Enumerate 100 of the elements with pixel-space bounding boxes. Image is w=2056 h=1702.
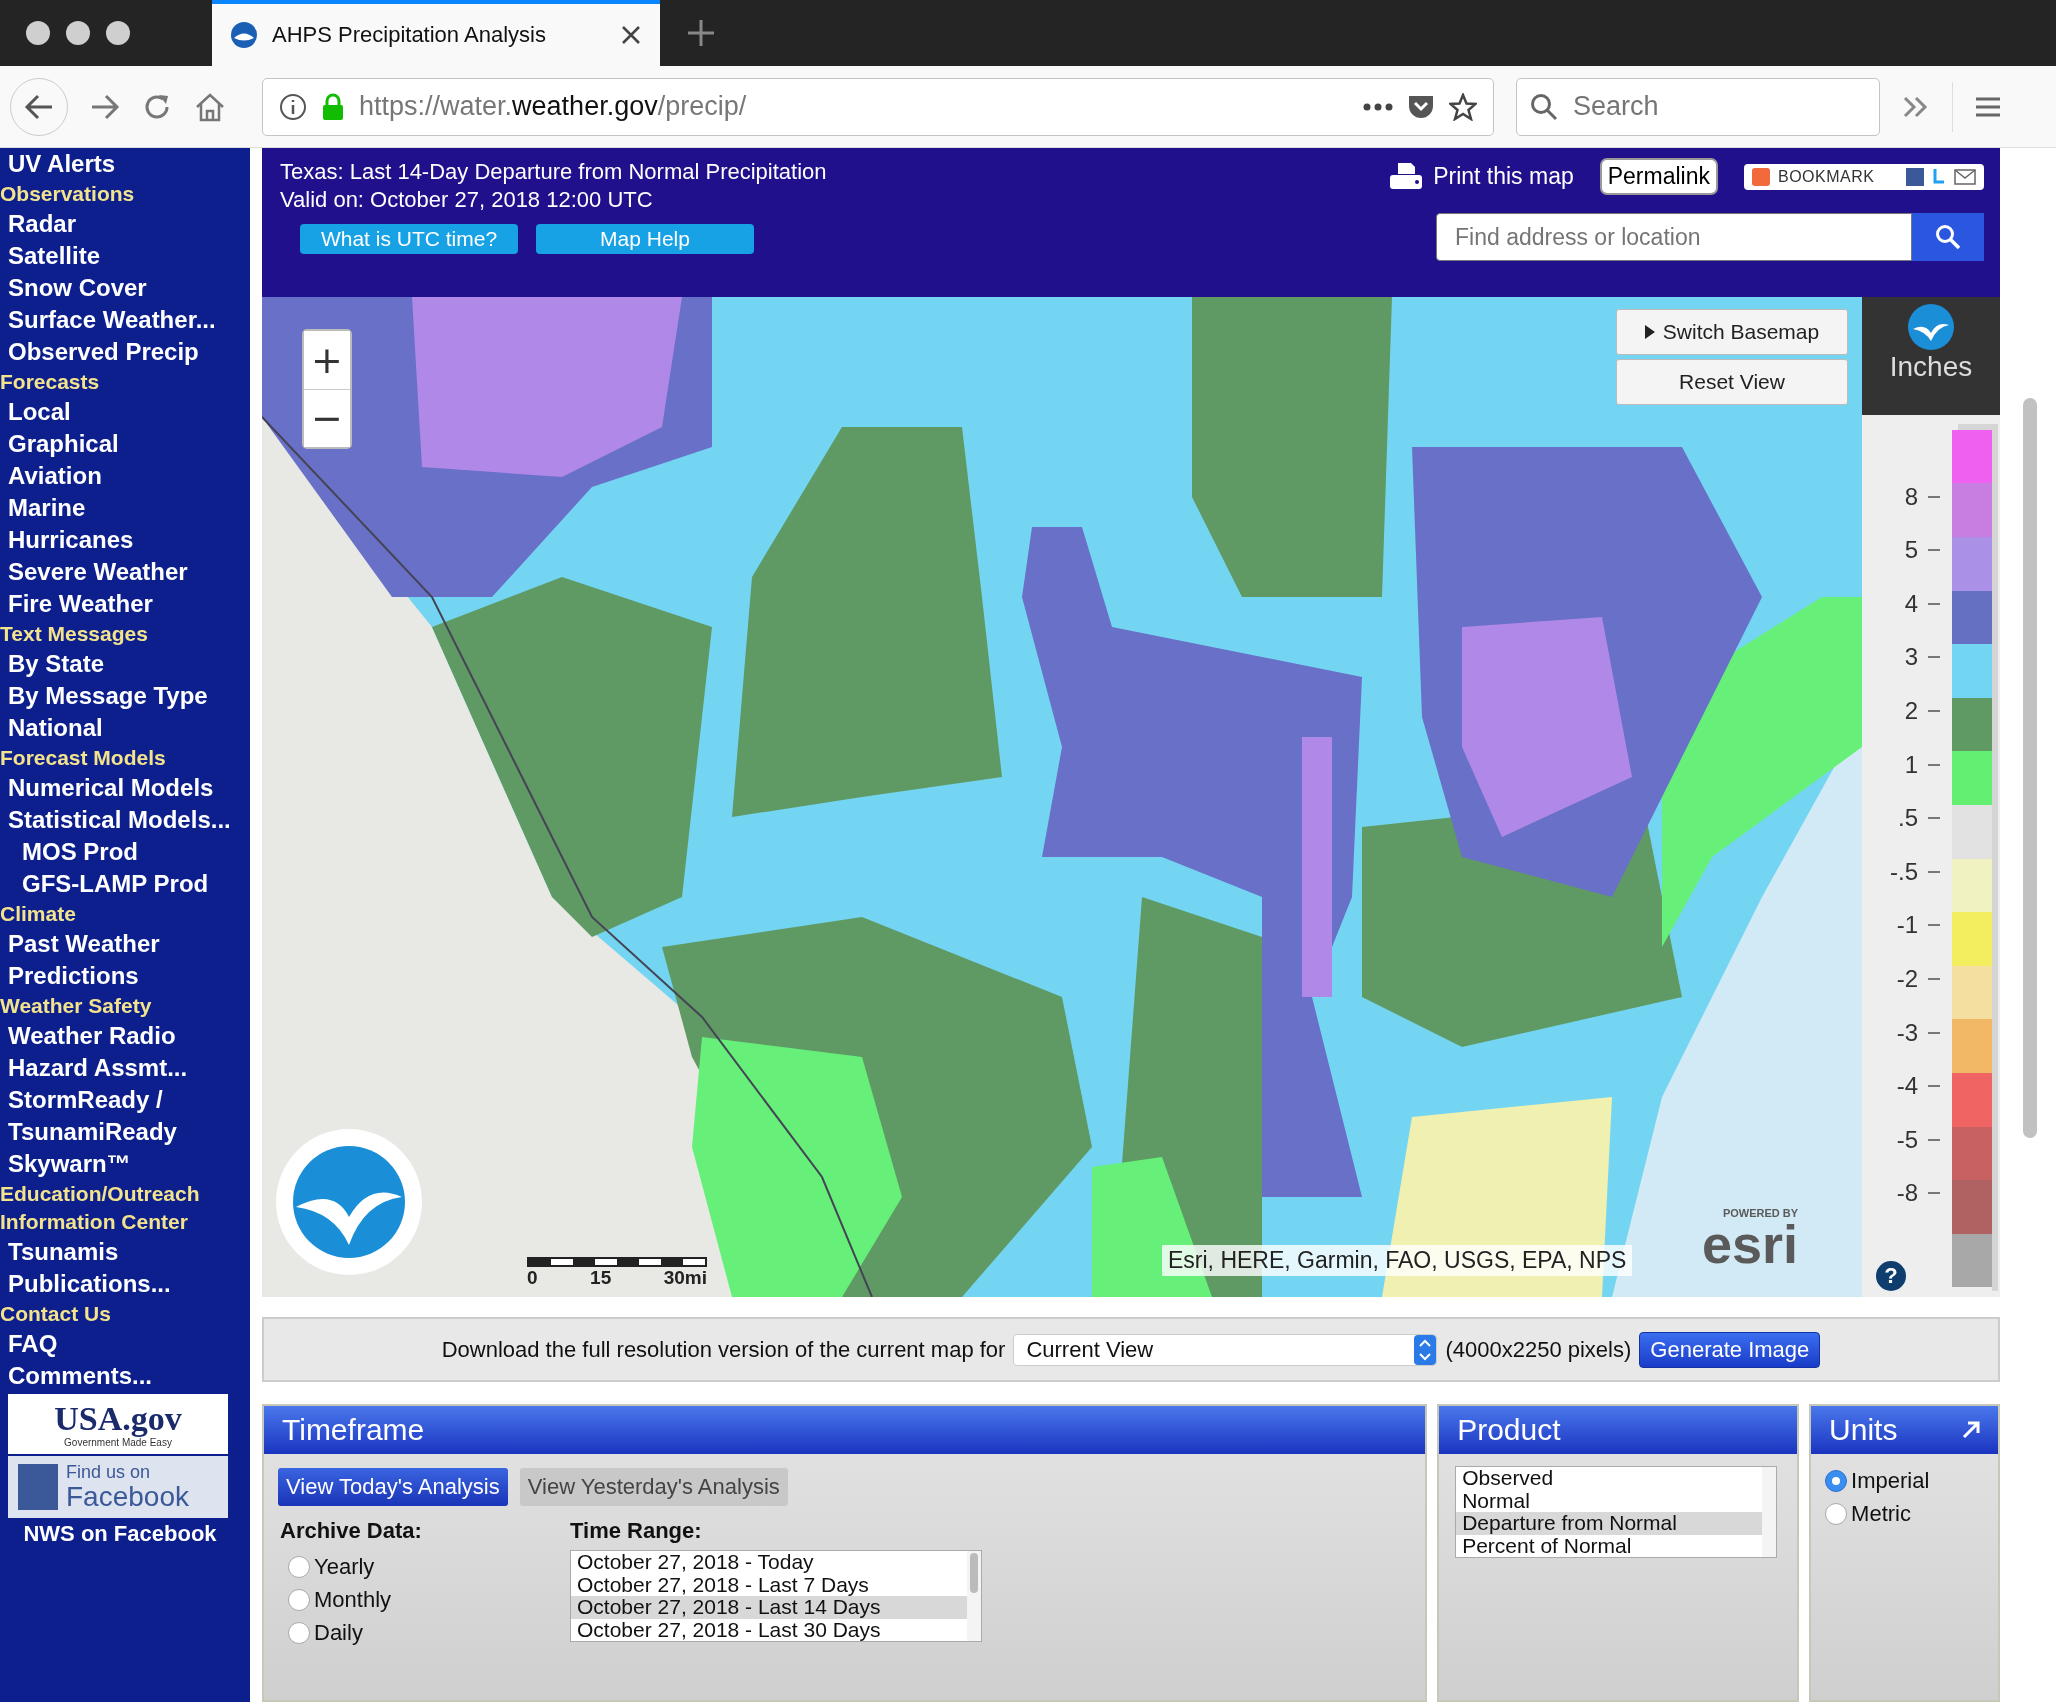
more-icon[interactable] xyxy=(1363,102,1393,111)
sidebar-link[interactable]: Aviation xyxy=(0,460,250,492)
sidebar-link[interactable]: TsunamiReady xyxy=(0,1116,250,1148)
pocket-icon[interactable] xyxy=(1407,93,1435,120)
window-control-icon[interactable] xyxy=(66,21,90,45)
location-search-field[interactable]: Find address or location xyxy=(1436,213,1912,261)
sidebar-link[interactable]: National xyxy=(0,712,250,744)
esri-logo: POWERED BY esri xyxy=(1702,1206,1799,1269)
sidebar-link[interactable]: StormReady / xyxy=(0,1084,250,1116)
list-option[interactable]: October 27, 2018 - Last 14 Days xyxy=(571,1596,967,1619)
radio-label: Monthly xyxy=(314,1586,392,1613)
sidebar-link[interactable]: Marine xyxy=(0,492,250,524)
sidebar-link[interactable]: Skywarn™ xyxy=(0,1148,250,1180)
seal-icon xyxy=(1907,302,1955,351)
lock-icon xyxy=(321,92,345,121)
help-button[interactable]: ? xyxy=(1876,1260,1906,1291)
facebook-link[interactable]: NWS on Facebook xyxy=(0,1518,240,1550)
sidebar-section-link[interactable]: Information Center xyxy=(0,1208,250,1236)
browser-tab[interactable]: AHPS Precipitation Analysis xyxy=(212,0,660,66)
generate-image-button[interactable]: Generate Image xyxy=(1639,1331,1821,1368)
sidebar-link[interactable]: Radar xyxy=(0,208,250,240)
sidebar-link[interactable]: By State xyxy=(0,648,250,680)
valid-time: Valid on: October 27, 2018 12:00 UTC xyxy=(280,186,654,214)
list-option[interactable]: Departure from Normal xyxy=(1456,1512,1763,1535)
radio-button[interactable] xyxy=(1825,1469,1848,1492)
window-control-icon[interactable] xyxy=(106,21,130,45)
sidebar-section-link[interactable]: Climate xyxy=(0,900,250,928)
facebook-banner[interactable]: Find us on Facebook xyxy=(8,1456,228,1518)
legend-label: -1 xyxy=(1896,911,1918,940)
sidebar-section-link[interactable]: Contact Us xyxy=(0,1300,250,1328)
search-field[interactable]: Search xyxy=(1516,77,1880,136)
print-link[interactable]: Print this map xyxy=(1389,161,1574,192)
sidebar-section-link[interactable]: Text Messages xyxy=(0,620,250,648)
search-icon xyxy=(1530,92,1558,121)
info-icon xyxy=(279,92,307,121)
expand-arrow-icon[interactable] xyxy=(1962,1421,1980,1440)
star-icon[interactable] xyxy=(1449,92,1477,121)
close-icon[interactable] xyxy=(620,24,642,46)
sidebar-link[interactable]: Past Weather xyxy=(0,928,250,960)
sidebar-link[interactable]: By Message Type xyxy=(0,680,250,712)
sidebar-link[interactable]: GFS-LAMP Prod xyxy=(0,868,250,900)
sidebar-link[interactable]: FAQ xyxy=(0,1328,250,1360)
sidebar-link[interactable]: UV Alerts xyxy=(0,148,250,180)
bookmark-button[interactable]: BOOKMARK xyxy=(1744,163,1984,190)
list-box[interactable]: October 27, 2018 - Today October 27, 2018 - Last 7 Days October 27, 2018 - Last 14 Days October 27, 2018 - Last 30 Days xyxy=(570,1550,982,1643)
sidebar-link[interactable]: Fire Weather xyxy=(0,588,250,620)
sidebar-link[interactable]: Local xyxy=(0,396,250,428)
sidebar-link[interactable]: Weather Radio xyxy=(0,1020,250,1052)
map-attribution: Esri, HERE, Garmin, FAO, USGS, EPA, NPS xyxy=(1162,1244,1633,1276)
analysis-tab[interactable]: View Yesterday's Analysis xyxy=(519,1468,788,1507)
list-option[interactable]: October 27, 2018 - Today xyxy=(571,1551,967,1574)
sidebar-section-link[interactable]: Weather Safety xyxy=(0,992,250,1020)
globe-icon xyxy=(230,21,258,49)
list-option[interactable]: October 27, 2018 - Last 30 Days xyxy=(571,1618,967,1642)
chevrons-icon[interactable] xyxy=(1902,94,1930,119)
legend-label: .5 xyxy=(1898,804,1918,833)
sidebar-link[interactable]: Severe Weather xyxy=(0,556,250,588)
list-box[interactable]: Observed Normal Departure from Normal Percent of Normal xyxy=(1455,1466,1778,1559)
sidebar-section-link[interactable]: Forecasts xyxy=(0,368,250,396)
reset-view-button[interactable]: Reset View xyxy=(1616,358,1848,405)
usagov-banner[interactable]: USA.gov Government Made Easy xyxy=(8,1394,228,1454)
radio-button[interactable] xyxy=(288,1621,310,1644)
view-select[interactable]: Current View xyxy=(1013,1333,1438,1366)
analysis-tab[interactable]: View Today's Analysis xyxy=(278,1468,508,1507)
switch-basemap-button[interactable]: Switch Basemap xyxy=(1616,308,1848,355)
scrollbar-thumb[interactable] xyxy=(970,1553,978,1594)
list-option[interactable]: October 27, 2018 - Last 7 Days xyxy=(571,1573,967,1597)
sidebar-section-link[interactable]: Forecast Models xyxy=(0,744,250,772)
address-bar[interactable]: https://water.weather.gov/precip/ xyxy=(262,77,1494,136)
list-option[interactable]: Observed xyxy=(1456,1467,1763,1490)
sidebar-link[interactable]: Graphical xyxy=(0,428,250,460)
radio-button[interactable] xyxy=(288,1588,310,1611)
sidebar-link[interactable]: MOS Prod xyxy=(0,836,250,868)
sidebar-link[interactable]: Satellite xyxy=(0,240,250,272)
list-option[interactable]: Percent of Normal xyxy=(1456,1534,1763,1558)
permalink-button[interactable]: Permalink xyxy=(1599,158,1718,195)
radio-button[interactable] xyxy=(288,1555,310,1578)
zoom-out-button[interactable]: − xyxy=(304,388,350,447)
sidebar-section-link[interactable]: Observations xyxy=(0,180,250,208)
sidebar-link[interactable]: Publications... xyxy=(0,1268,250,1300)
sidebar-section-link[interactable]: Education/Outreach xyxy=(0,1180,250,1208)
sidebar-link[interactable]: Numerical Models xyxy=(0,772,250,804)
sidebar-link[interactable]: Tsunamis xyxy=(0,1236,250,1268)
sidebar-link[interactable]: Hurricanes xyxy=(0,524,250,556)
sidebar-link[interactable]: Hazard Assmt... xyxy=(0,1052,250,1084)
search-button[interactable] xyxy=(1912,213,1984,261)
sidebar-link[interactable]: Snow Cover xyxy=(0,272,250,304)
sidebar-link[interactable]: Comments... xyxy=(0,1360,250,1392)
radio-label: Metric xyxy=(1851,1500,1911,1527)
list-option[interactable]: Normal xyxy=(1456,1489,1763,1513)
sidebar-link[interactable]: Observed Precip xyxy=(0,336,250,368)
menu-icon[interactable] xyxy=(1975,95,2001,118)
radio-button[interactable] xyxy=(1825,1502,1848,1525)
scrollbar-thumb[interactable] xyxy=(2023,398,2037,1138)
sidebar-link[interactable]: Surface Weather... xyxy=(0,304,250,336)
sidebar-link[interactable]: Predictions xyxy=(0,960,250,992)
sidebar-link[interactable]: Statistical Models... xyxy=(0,804,250,836)
forward-arrow-icon[interactable] xyxy=(90,93,120,120)
home-icon[interactable] xyxy=(194,91,226,122)
window-control-icon[interactable] xyxy=(26,21,50,45)
